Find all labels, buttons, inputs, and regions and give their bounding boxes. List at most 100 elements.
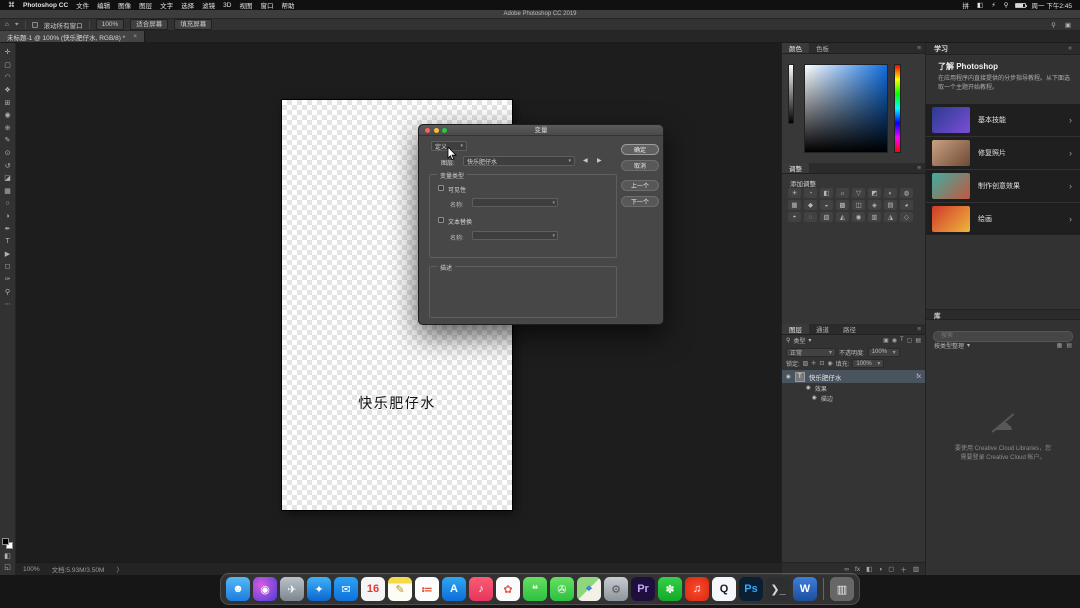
- quick-mask-icon[interactable]: ◧: [4, 552, 11, 560]
- zoom-window-button[interactable]: [442, 128, 447, 133]
- fill-field[interactable]: 100% ▾: [852, 359, 885, 368]
- zoom-tool[interactable]: ⚲: [0, 285, 16, 298]
- search-icon[interactable]: ⚲: [786, 337, 790, 344]
- layers-footer-icon[interactable]: ▢: [888, 565, 894, 573]
- menubar-item[interactable]: 窗口: [260, 0, 273, 10]
- screen-mode-icon[interactable]: ◱: [4, 563, 11, 571]
- adjustment-icon[interactable]: ▦: [788, 200, 801, 210]
- dock-photoshop[interactable]: Ps: [739, 577, 763, 601]
- filter-icon[interactable]: ▢: [907, 337, 913, 344]
- status-icon[interactable]: 拼: [963, 0, 970, 10]
- lock-icon[interactable]: ⊡: [819, 360, 824, 367]
- dock-reminders[interactable]: ≔: [415, 577, 439, 601]
- adjustment-icon[interactable]: ▩: [836, 200, 849, 210]
- layers-footer-icon[interactable]: ◧: [866, 565, 872, 573]
- adjustment-icon[interactable]: ◍: [900, 188, 913, 198]
- lock-icon[interactable]: ✛: [811, 360, 816, 367]
- foreground-color-swatch[interactable]: [2, 538, 9, 545]
- dock-launchpad[interactable]: ✈: [280, 577, 304, 601]
- blur-tool[interactable]: ○: [0, 197, 16, 210]
- zoom-level-field[interactable]: 100%: [23, 566, 40, 573]
- ok-button[interactable]: 确定: [621, 144, 659, 155]
- next-button[interactable]: 下一个: [621, 196, 659, 207]
- tab-channels[interactable]: 通道: [809, 324, 836, 334]
- learn-item-retouch[interactable]: 修复照片 ›: [926, 137, 1080, 169]
- adjustment-icon[interactable]: ◉: [852, 212, 865, 222]
- learn-item-basics[interactable]: 基本技能 ›: [926, 104, 1080, 136]
- previous-button[interactable]: 上一个: [621, 180, 659, 191]
- dock-maps[interactable]: ⌖: [577, 577, 601, 601]
- blend-mode-select[interactable]: 正常 ▾: [786, 347, 836, 357]
- foreground-background-swatches[interactable]: [2, 538, 13, 549]
- tab-layers[interactable]: 图层: [782, 324, 809, 334]
- dock-siri[interactable]: ◉: [253, 577, 277, 601]
- adjustment-icon[interactable]: ◫: [852, 200, 865, 210]
- opacity-field[interactable]: 100% ▾: [867, 347, 900, 357]
- dock-appstore[interactable]: A: [442, 577, 466, 601]
- dock-photos[interactable]: ✿: [496, 577, 520, 601]
- status-icon[interactable]: ⚡: [991, 1, 996, 9]
- adjustment-icon[interactable]: ▧: [820, 212, 833, 222]
- status-icon[interactable]: ⚲: [1004, 1, 1009, 9]
- home-icon[interactable]: ⌂: [5, 21, 9, 28]
- apple-menu-icon[interactable]: ⌘: [8, 1, 15, 9]
- text-layer-thumbnail[interactable]: T: [794, 371, 805, 382]
- visibility-eye-icon[interactable]: ◉: [806, 385, 811, 391]
- filter-icon[interactable]: ◉: [892, 337, 897, 344]
- lasso-tool[interactable]: ◠: [0, 71, 16, 84]
- canvas-area[interactable]: 快乐肥仔水 100% 文档:5.93M/3.50M 〉: [16, 43, 781, 575]
- menubar-item[interactable]: 视图: [239, 0, 252, 10]
- zoom-100-button[interactable]: 100%: [95, 19, 125, 30]
- visibility-eye-icon[interactable]: ◉: [786, 374, 791, 380]
- menubar-app-name[interactable]: Photoshop CC: [23, 2, 68, 9]
- menubar-item[interactable]: 文件: [76, 0, 89, 10]
- history-brush-tool[interactable]: ↺: [0, 159, 16, 172]
- adjustment-icon[interactable]: ◆: [804, 200, 817, 210]
- view-mode-icon[interactable]: ▦: [1057, 342, 1063, 349]
- learn-item-paint[interactable]: 绘画 ›: [926, 203, 1080, 235]
- visibility-checkbox[interactable]: [438, 185, 444, 191]
- fill-screen-button[interactable]: 填充屏幕: [174, 19, 213, 30]
- adjustment-icon[interactable]: ☀: [788, 188, 801, 198]
- layer-effects-row[interactable]: ◉ 效果: [782, 383, 925, 393]
- edit-toolbar[interactable]: ⋯: [0, 298, 16, 311]
- dock-facetime[interactable]: ✇: [550, 577, 574, 601]
- dock-qq[interactable]: Q: [712, 577, 736, 601]
- visibility-name-field[interactable]: ▾: [472, 198, 558, 207]
- adjustment-icon[interactable]: ◈: [868, 200, 881, 210]
- adjustment-icon[interactable]: ◒: [820, 200, 833, 210]
- minimize-window-button[interactable]: [433, 128, 439, 133]
- adjustment-icon[interactable]: ▥: [868, 212, 881, 222]
- dodge-tool[interactable]: ◑: [0, 210, 16, 223]
- dock-premiere[interactable]: Pr: [631, 577, 655, 601]
- close-window-button[interactable]: [425, 128, 430, 133]
- dock-netease-music[interactable]: ♫: [685, 577, 709, 601]
- menubar-clock[interactable]: 周一 下午2:45: [1032, 0, 1072, 10]
- panel-menu-icon[interactable]: ≡: [917, 326, 925, 333]
- menubar-item[interactable]: 帮助: [281, 0, 294, 10]
- hue-slider[interactable]: [894, 64, 901, 153]
- eraser-tool[interactable]: ◪: [0, 172, 16, 185]
- layers-footer-icon[interactable]: ＋: [900, 564, 907, 574]
- layer-name[interactable]: 快乐肥仔水: [809, 372, 842, 382]
- layer-dropdown[interactable]: 快乐肥仔水 ▾: [463, 156, 575, 166]
- menubar-item[interactable]: 3D: [223, 2, 231, 9]
- dock-mail[interactable]: ✉: [334, 577, 358, 601]
- adjustment-icon[interactable]: ◌: [804, 212, 817, 222]
- adjustment-icon[interactable]: ▤: [884, 200, 897, 210]
- dock-calendar[interactable]: 16: [361, 577, 385, 601]
- move-tool[interactable]: ✛: [0, 46, 16, 59]
- status-icon[interactable]: ◧: [977, 1, 983, 9]
- path-select-tool[interactable]: ▶: [0, 248, 16, 261]
- filter-type-label[interactable]: 类型: [793, 336, 805, 345]
- menubar-item[interactable]: 滤镜: [202, 0, 215, 10]
- menubar-item[interactable]: 编辑: [97, 0, 110, 10]
- lock-icon[interactable]: ◉: [827, 360, 832, 367]
- dock-word[interactable]: W: [793, 577, 817, 601]
- pen-tool[interactable]: ✒: [0, 222, 16, 235]
- filter-icon[interactable]: T: [900, 337, 904, 344]
- scroll-all-windows-checkbox[interactable]: [31, 21, 38, 28]
- layer-row-text-layer[interactable]: ◉ T 快乐肥仔水 fx: [782, 370, 925, 383]
- gradient-tool[interactable]: ▦: [0, 185, 16, 198]
- layers-footer-icon[interactable]: ∞: [844, 566, 849, 573]
